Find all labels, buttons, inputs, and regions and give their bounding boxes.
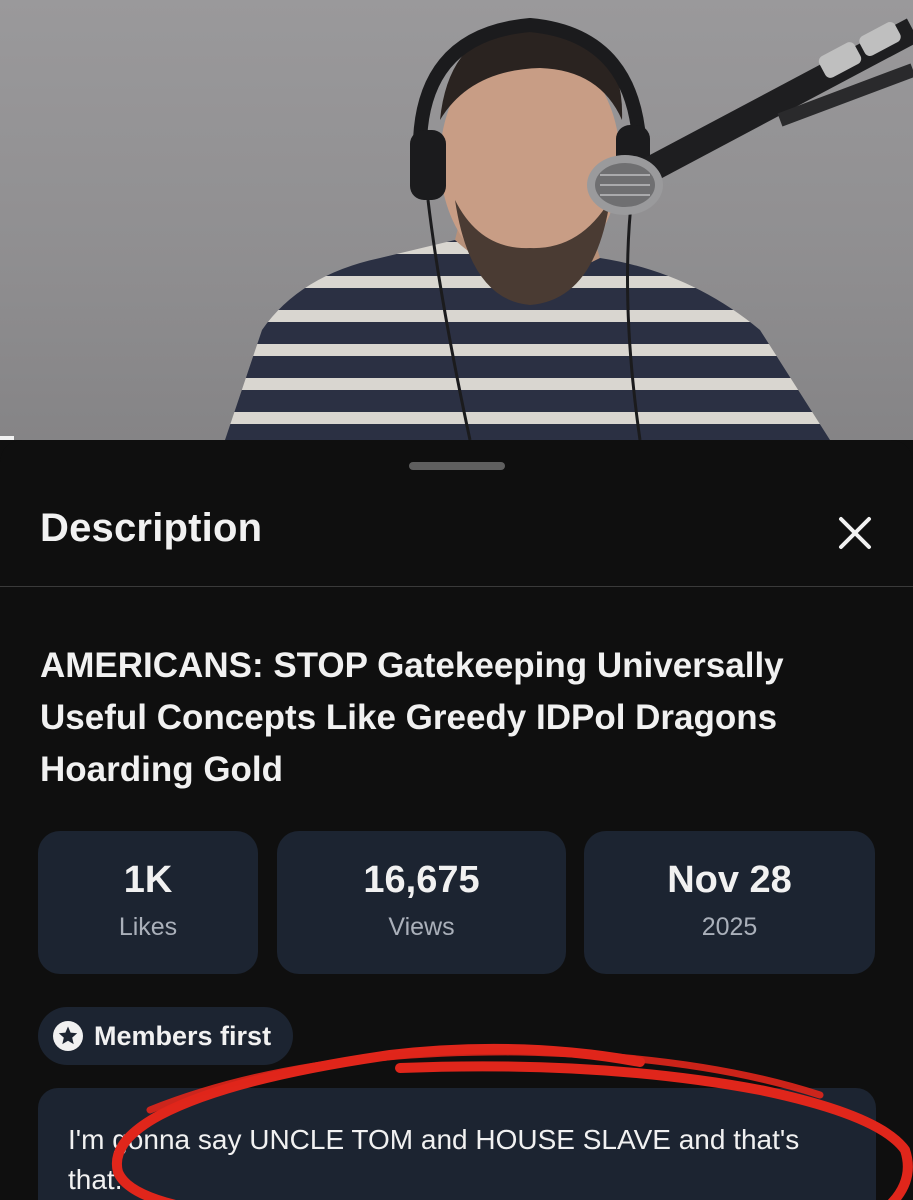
app-root: Description AMERICANS: STOP Gatekeeping … [0,0,913,1200]
members-first-chip[interactable]: Members first [38,1007,294,1065]
likes-stat-card: 1K Likes [38,831,258,974]
views-label: Views [388,913,455,941]
views-count: 16,675 [363,859,480,901]
playback-progress-indicator[interactable] [0,436,14,440]
stats-row: 1K Likes 16,675 Views Nov 28 2025 [38,831,878,974]
description-text: I'm gonna say UNCLE TOM and HOUSE SLAVE … [68,1124,800,1195]
video-title: AMERICANS: STOP Gatekeeping Universally … [40,646,784,789]
close-icon [839,517,871,549]
sheet-header: Description [0,490,913,587]
sheet-title: Description [40,506,263,550]
video-player[interactable] [0,0,913,440]
publish-date: Nov 28 [667,859,792,901]
date-stat-card: Nov 28 2025 [584,831,875,974]
star-badge-icon [53,1021,83,1051]
likes-label: Likes [118,913,178,941]
likes-count: 1K [123,859,173,901]
description-box: I'm gonna say UNCLE TOM and HOUSE SLAVE … [38,1088,876,1200]
views-stat-card: 16,675 Views [277,831,566,974]
video-frame-image [225,17,913,440]
description-sheet: Description AMERICANS: STOP Gatekeeping … [0,440,913,1200]
close-button[interactable] [828,506,882,560]
drag-handle[interactable] [409,462,505,470]
members-first-label: Members first [94,1020,272,1051]
publish-year: 2025 [701,913,758,941]
